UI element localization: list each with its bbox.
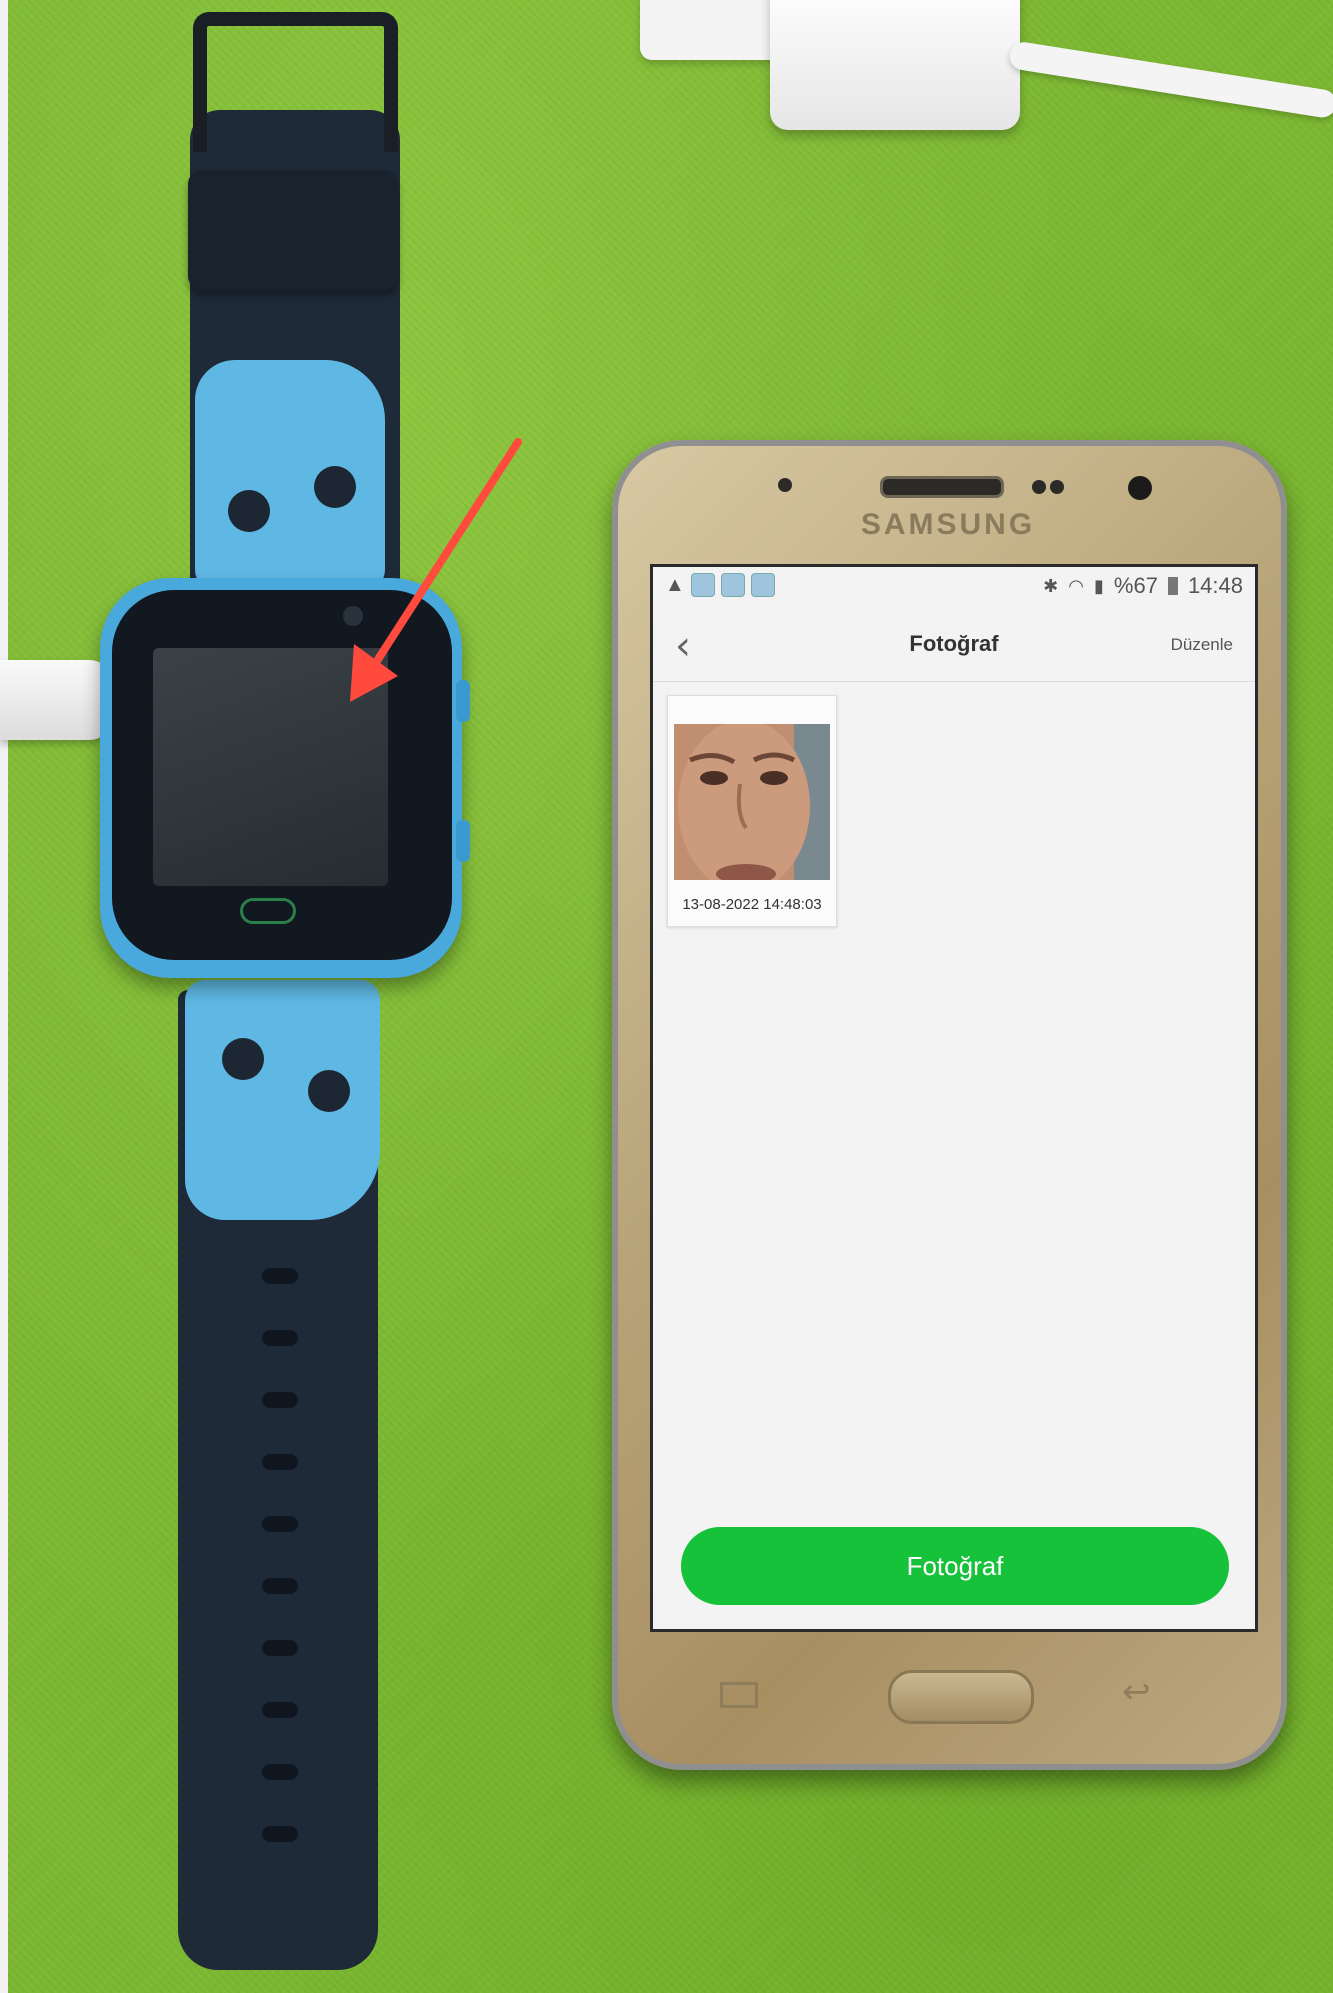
status-time: 14:48 (1187, 573, 1243, 598)
page-title: Fotoğraf (909, 631, 999, 656)
strap-hole (262, 1516, 298, 1532)
status-indicators: ✱ ◠ ▮ %67 14:48 (1043, 573, 1243, 599)
strap-hole (262, 1702, 298, 1718)
edit-button[interactable]: Düzenle (1171, 635, 1233, 655)
strap-dot (308, 1070, 350, 1112)
warning-icon: ▲ (665, 573, 685, 596)
status-bar: ▲ ✱ ◠ ▮ %67 14:48 (653, 567, 1255, 607)
strap-hole (262, 1640, 298, 1656)
strap-dot (228, 490, 270, 532)
strap-hole (262, 1826, 298, 1842)
strap-hole (262, 1454, 298, 1470)
strap-hole (262, 1578, 298, 1594)
wifi-icon: ◠ (1068, 575, 1084, 597)
watch-buckle (193, 12, 398, 152)
battery-percent: %67 (1113, 573, 1158, 598)
bluetooth-icon: ✱ (1043, 575, 1059, 597)
watch-call-icon (240, 898, 296, 924)
phone-sensor (778, 478, 792, 492)
app-header: ‹ Fotoğraf Düzenle (653, 611, 1255, 682)
watch-side-button[interactable] (456, 820, 470, 862)
front-camera (1128, 476, 1152, 500)
battery-icon (1167, 577, 1178, 595)
phone-sensor (1050, 480, 1064, 494)
home-button[interactable] (888, 1670, 1034, 1724)
charging-cable-left (0, 660, 110, 740)
phone-brand-logo: SAMSUNG (860, 508, 1036, 541)
strap-hole (262, 1268, 298, 1284)
face-photo-image (674, 724, 830, 880)
back-key-icon[interactable]: ↩ (1122, 1672, 1151, 1712)
watch-strap-blue-bottom (185, 980, 380, 1220)
signal-icon: ▮ (1093, 575, 1104, 597)
photo-thumbnail[interactable] (674, 724, 830, 880)
charger-adapter (770, 0, 1020, 130)
status-notifications: ▲ (665, 573, 775, 597)
strap-hole (262, 1764, 298, 1780)
notification-app-icon (690, 573, 715, 597)
strap-hole (262, 1392, 298, 1408)
usb-cable-top (640, 0, 790, 60)
photo-thumbnail-card[interactable]: 13-08-2022 14:48:03 (667, 695, 837, 927)
take-photo-button[interactable]: Fotoğraf (681, 1527, 1229, 1605)
strap-dot (222, 1038, 264, 1080)
phone-sensor (1032, 480, 1046, 494)
red-arrow-icon (350, 438, 522, 702)
photo-timestamp: 13-08-2022 14:48:03 (682, 896, 822, 913)
phone-screen: ▲ ✱ ◠ ▮ %67 14:48 ‹ Fotoğraf Düzenle 13-… (650, 564, 1258, 1632)
phone-earpiece (880, 476, 1004, 498)
strap-hole (262, 1330, 298, 1346)
watch-strap-keeper (188, 170, 398, 290)
notification-app-icon (750, 573, 775, 597)
photo-border (0, 0, 8, 1993)
notification-app-icon (720, 573, 745, 597)
recent-apps-icon[interactable] (720, 1682, 758, 1708)
